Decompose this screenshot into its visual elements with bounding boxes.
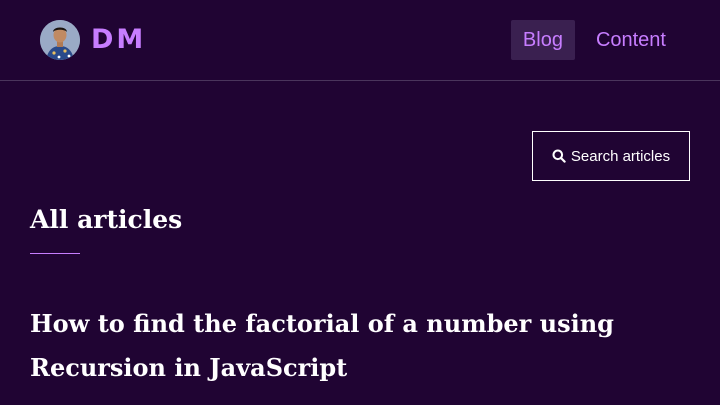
site-header: DM Blog Content <box>0 0 720 81</box>
search-articles-button[interactable]: Search articles <box>532 131 690 181</box>
avatar <box>40 20 80 60</box>
nav-item-blog[interactable]: Blog <box>510 20 575 60</box>
search-icon <box>552 149 566 163</box>
search-articles-label: Search articles <box>570 147 671 165</box>
brand-link[interactable]: DM <box>40 20 146 60</box>
avatar-image <box>40 20 80 60</box>
main-nav: Blog Content <box>510 20 678 60</box>
article-link[interactable]: How to find the factorial of a number us… <box>30 302 690 390</box>
nav-item-content[interactable]: Content <box>584 20 678 60</box>
page-title: All articles <box>30 205 183 234</box>
brand-name: DM <box>91 24 147 55</box>
title-divider <box>30 253 80 254</box>
